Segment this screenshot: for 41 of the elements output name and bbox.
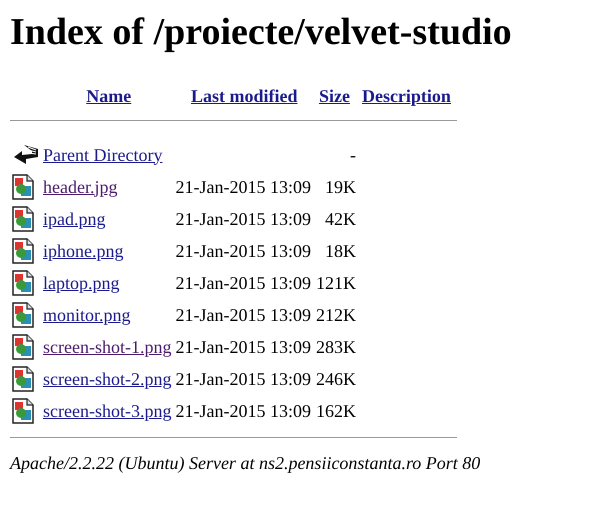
file-link[interactable]: screen-shot-3.png [43,400,172,420]
file-link[interactable]: screen-shot-1.png [43,336,172,356]
column-header-link[interactable]: Last modified [190,86,298,106]
file-link[interactable]: screen-shot-2.png [43,368,172,388]
image-file-icon [12,174,34,200]
file-size: 18K [324,240,356,260]
file-link[interactable]: header.jpg [43,176,118,196]
image-file-icon [12,206,34,232]
file-size: 212K [316,304,356,324]
file-size: 283K [316,336,356,356]
file-link[interactable]: ipad.png [43,208,106,228]
file-link[interactable]: laptop.png [43,272,120,292]
file-link[interactable]: Parent Directory [43,144,162,164]
column-header-link[interactable]: Size [318,86,350,106]
file-size: 162K [316,400,356,420]
modified-date: 21-Jan-2015 13:09 [175,336,311,356]
modified-date: 21-Jan-2015 13:09 [175,208,311,228]
modified-date: 21-Jan-2015 13:09 [175,272,311,292]
image-file-icon [12,302,34,328]
modified-date: 21-Jan-2015 13:09 [175,176,311,196]
image-file-icon [12,366,34,392]
image-file-icon [12,270,34,296]
server-signature: Apache/2.2.22 (Ubuntu) Server at ns2.pensiiconstanta.ro Port 80 [10,452,482,475]
file-size: 246K [316,368,356,388]
modified-date: 21-Jan-2015 13:09 [175,304,311,324]
image-file-icon [12,238,34,264]
file-size: - [350,144,356,164]
page-title: Index of /proiecte/velvet-studio [10,10,513,55]
modified-date: 21-Jan-2015 13:09 [175,240,311,260]
image-file-icon [12,334,34,360]
file-link[interactable]: monitor.png [43,304,131,324]
file-size: 19K [324,176,356,196]
file-link[interactable]: iphone.png [43,240,124,260]
column-header-link[interactable]: Description [362,86,451,106]
back-arrow-icon [12,143,40,167]
modified-date: 21-Jan-2015 13:09 [175,368,311,388]
file-size: 42K [324,208,356,228]
modified-date: 21-Jan-2015 13:09 [175,400,311,420]
image-file-icon [12,398,34,424]
file-size: 121K [316,272,356,292]
column-header-link[interactable]: Name [86,86,132,106]
